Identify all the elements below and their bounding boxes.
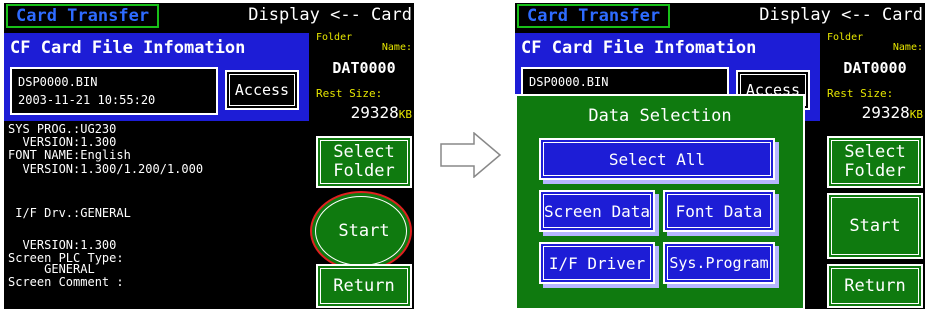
cf-card-header: CF Card File Infomation	[4, 33, 309, 63]
rest-size-value: 29328KB	[827, 103, 923, 122]
rest-size-unit: KB	[398, 108, 412, 121]
return-button[interactable]: Return	[827, 264, 923, 308]
folder-name: DAT0000	[332, 59, 396, 77]
file-name: DSP0000.BIN	[529, 75, 609, 89]
folder-label: Folder	[316, 32, 353, 43]
select-folder-button[interactable]: Select Folder	[827, 136, 923, 188]
if-driver: I/F Drv.:GENERAL	[8, 206, 131, 220]
if-driver-button[interactable]: I/F Driver	[539, 242, 655, 284]
select-folder-line1: Select	[844, 142, 906, 162]
transfer-direction: Display <-- Card	[759, 5, 923, 25]
rest-size-label: Rest Size:	[827, 87, 894, 100]
folder-label: Folder	[827, 32, 864, 43]
rest-size-unit: KB	[909, 108, 923, 121]
file-name: DSP0000.BIN	[18, 75, 98, 89]
right-arrow-icon	[440, 132, 502, 178]
data-selection-dialog: Data Selection Select All Screen Data Fo…	[515, 94, 805, 309]
name-label: Name:	[381, 42, 412, 53]
cf-card-header: CF Card File Infomation	[515, 33, 820, 63]
select-folder-line2: Folder	[844, 161, 906, 181]
left-screen: Card Transfer Display <-- Card CF Card F…	[4, 3, 414, 309]
file-box: DSP0000.BIN 2003-11-21 10:55:20	[10, 67, 218, 115]
rest-size-number: 29328	[861, 103, 910, 122]
select-folder-button[interactable]: Select Folder	[316, 136, 412, 188]
font-version: VERSION:1.300/1.200/1.000	[8, 162, 204, 176]
screen-title: Card Transfer	[517, 4, 671, 28]
font-name: FONT NAME:English	[8, 148, 131, 162]
screen-comment: Screen Comment :	[8, 275, 124, 289]
name-label: Name:	[892, 42, 923, 53]
screen-data-button[interactable]: Screen Data	[539, 190, 655, 232]
sys-program-button[interactable]: Sys.Program	[663, 242, 775, 284]
start-button[interactable]: Start	[827, 193, 923, 259]
rest-size-value: 29328KB	[316, 103, 412, 122]
select-folder-line2: Folder	[333, 161, 395, 181]
dialog-title: Data Selection	[588, 106, 732, 126]
screen-title: Card Transfer	[6, 4, 160, 28]
access-button[interactable]: Access	[225, 70, 299, 110]
select-all-button[interactable]: Select All	[539, 138, 775, 180]
transfer-direction: Display <-- Card	[248, 5, 412, 25]
select-folder-line1: Select	[333, 142, 395, 162]
font-data-button[interactable]: Font Data	[663, 190, 775, 232]
right-screen: Card Transfer Display <-- Card CF Card F…	[515, 3, 925, 309]
file-info-panel: DSP0000.BIN 2003-11-21 10:55:20 Access	[4, 63, 309, 121]
file-date: 2003-11-21 10:55:20	[18, 93, 156, 107]
start-button[interactable]: Start	[316, 213, 412, 249]
program-info: SYS PROG.:UG230 VERSION:1.300 FONT NAME:…	[4, 121, 309, 309]
rest-size-number: 29328	[350, 103, 399, 122]
return-button[interactable]: Return	[316, 264, 412, 308]
rest-size-label: Rest Size:	[316, 87, 383, 100]
folder-name: DAT0000	[843, 59, 907, 77]
